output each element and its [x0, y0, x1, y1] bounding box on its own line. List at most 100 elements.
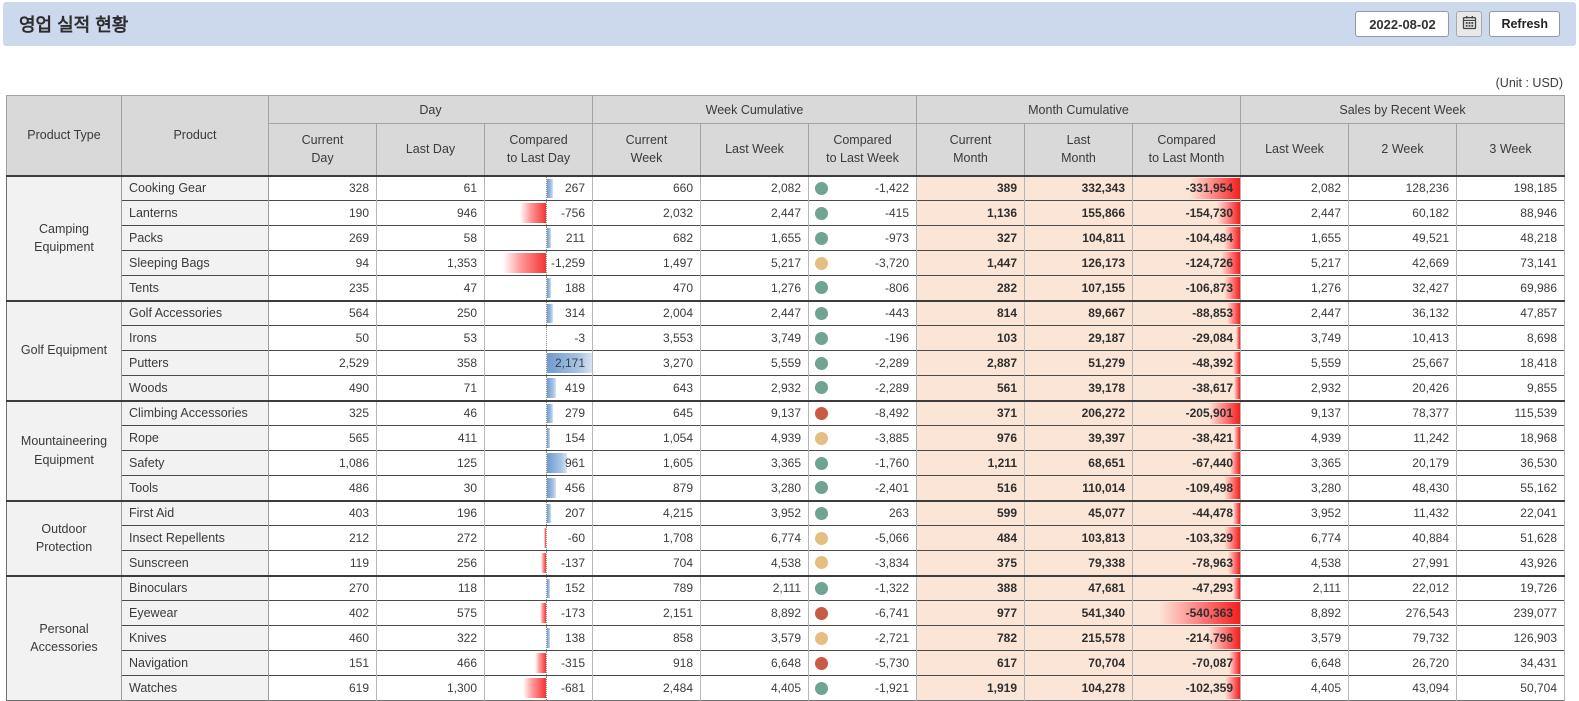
zero-axis-line	[546, 651, 547, 675]
current-day-cell: 151	[269, 651, 377, 676]
sub-header-2-2: Compared to Last Month	[1133, 124, 1241, 176]
current-month-cell: 2,887	[917, 351, 1025, 376]
sub-header-1-1: Last Week	[701, 124, 809, 176]
table-row: Personal AccessoriesBinoculars2701181527…	[7, 576, 1565, 601]
last-month-cell: 107,155	[1025, 276, 1133, 301]
table-row: Woods490714196432,932-2,28956139,178-38,…	[7, 376, 1565, 401]
product-cell: Cooking Gear	[122, 176, 269, 201]
recent-3-week-cell: 34,431	[1457, 651, 1565, 676]
status-dot-green	[815, 232, 828, 245]
sub-header-2-1: Last Month	[1025, 124, 1133, 176]
current-day-cell: 565	[269, 426, 377, 451]
last-day-cell: 1,300	[377, 676, 485, 701]
compared-last-week-value: -3,834	[875, 556, 909, 570]
calendar-button[interactable]	[1456, 11, 1482, 37]
compared-last-week-value: -2,289	[875, 356, 909, 370]
table-row: Navigation151466-3159186,648-5,73061770,…	[7, 651, 1565, 676]
last-month-cell: 89,667	[1025, 301, 1133, 326]
recent-3-week-cell: 43,926	[1457, 551, 1565, 576]
current-day-cell: 460	[269, 626, 377, 651]
last-week-cell: 2,082	[701, 176, 809, 201]
compared-last-day-value: -681	[561, 681, 585, 695]
positive-bar	[547, 504, 551, 524]
compared-last-week-cell: -3,885	[809, 426, 917, 451]
compared-last-day-cell: 154	[485, 426, 593, 451]
last-month-cell: 541,340	[1025, 601, 1133, 626]
compared-last-month-value: -103,329	[1186, 531, 1233, 545]
current-week-cell: 643	[593, 376, 701, 401]
compared-last-month-value: -331,954	[1186, 181, 1233, 195]
table-row: Watches6191,300-6812,4844,405-1,9211,919…	[7, 676, 1565, 701]
product-cell: Tools	[122, 476, 269, 501]
current-month-cell: 1,919	[917, 676, 1025, 701]
last-day-cell: 411	[377, 426, 485, 451]
status-dot-red	[815, 607, 828, 620]
compared-last-week-cell: 263	[809, 501, 917, 526]
compared-last-month-value: -47,293	[1192, 581, 1233, 595]
sub-header-1-2: Compared to Last Week	[809, 124, 917, 176]
recent-3-week-cell: 88,946	[1457, 201, 1565, 226]
negative-bar	[540, 603, 546, 623]
month-negative-bar	[1233, 578, 1240, 600]
compared-last-day-cell: -60	[485, 526, 593, 551]
compared-last-day-cell: -1,259	[485, 251, 593, 276]
status-dot-green	[815, 682, 828, 695]
compared-last-week-cell: -2,289	[809, 351, 917, 376]
status-dot-yellow	[815, 432, 828, 445]
recent-last-week-cell: 3,579	[1241, 626, 1349, 651]
recent-2-week-cell: 10,413	[1349, 326, 1457, 351]
compared-last-week-cell: -1,760	[809, 451, 917, 476]
current-month-cell: 375	[917, 551, 1025, 576]
compared-last-week-value: -806	[885, 281, 909, 295]
current-day-cell: 119	[269, 551, 377, 576]
compared-last-month-cell: -205,901	[1133, 401, 1241, 426]
table-row: Camping EquipmentCooking Gear32861267660…	[7, 176, 1565, 201]
compared-last-week-cell: -1,322	[809, 576, 917, 601]
last-day-cell: 272	[377, 526, 485, 551]
recent-last-week-cell: 2,447	[1241, 201, 1349, 226]
product-cell: Sleeping Bags	[122, 251, 269, 276]
compared-last-week-cell: -5,730	[809, 651, 917, 676]
current-month-cell: 599	[917, 501, 1025, 526]
last-month-cell: 110,014	[1025, 476, 1133, 501]
compared-last-week-value: -415	[885, 206, 909, 220]
current-week-cell: 789	[593, 576, 701, 601]
recent-2-week-cell: 11,432	[1349, 501, 1457, 526]
status-dot-yellow	[815, 556, 828, 569]
current-week-cell: 858	[593, 626, 701, 651]
header-controls: Refresh	[1355, 11, 1560, 37]
table-row: Mountaineering EquipmentClimbing Accesso…	[7, 401, 1565, 426]
status-dot-green	[815, 281, 828, 294]
compared-last-day-cell: 188	[485, 276, 593, 301]
current-week-cell: 1,708	[593, 526, 701, 551]
current-week-cell: 1,605	[593, 451, 701, 476]
positive-bar	[547, 628, 550, 648]
compared-last-month-cell: -78,963	[1133, 551, 1241, 576]
product-cell: First Aid	[122, 501, 269, 526]
compared-last-day-cell: -173	[485, 601, 593, 626]
compared-last-month-cell: -540,363	[1133, 601, 1241, 626]
compared-last-month-cell: -214,796	[1133, 626, 1241, 651]
compared-last-week-cell: -6,741	[809, 601, 917, 626]
current-month-cell: 484	[917, 526, 1025, 551]
last-week-cell: 3,749	[701, 326, 809, 351]
refresh-button[interactable]: Refresh	[1489, 11, 1560, 37]
last-week-cell: 1,276	[701, 276, 809, 301]
compared-last-day-value: -173	[561, 606, 585, 620]
last-month-cell: 104,278	[1025, 676, 1133, 701]
status-dot-green	[815, 481, 828, 494]
last-month-cell: 68,651	[1025, 451, 1133, 476]
status-dot-yellow	[815, 632, 828, 645]
compared-last-month-cell: -103,329	[1133, 526, 1241, 551]
recent-3-week-cell: 36,530	[1457, 451, 1565, 476]
recent-3-week-cell: 126,903	[1457, 626, 1565, 651]
compared-last-month-value: -70,087	[1192, 656, 1233, 670]
table-row: Putters2,5293582,1713,2705,559-2,2892,88…	[7, 351, 1565, 376]
current-week-cell: 1,497	[593, 251, 701, 276]
product-cell: Putters	[122, 351, 269, 376]
current-week-cell: 660	[593, 176, 701, 201]
compared-last-week-value: -973	[885, 231, 909, 245]
recent-3-week-cell: 9,855	[1457, 376, 1565, 401]
recent-2-week-cell: 26,720	[1349, 651, 1457, 676]
date-input[interactable]	[1355, 11, 1449, 37]
